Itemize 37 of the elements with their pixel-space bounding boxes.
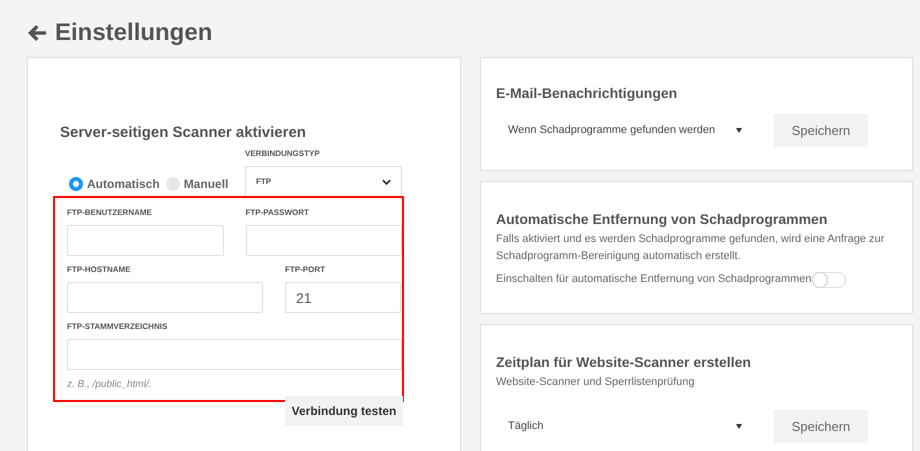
field-label: FTP-BENUTZERNAME <box>67 208 153 217</box>
save-button[interactable]: Speichern <box>774 114 868 146</box>
field-label: FTP-HOSTNAME <box>67 265 132 274</box>
subtitle-text: Website-Scanner und Sperrlistenprüfung <box>496 375 696 390</box>
toggle-switch[interactable] <box>812 272 846 288</box>
back-arrow-icon[interactable] <box>27 23 47 43</box>
input-field[interactable] <box>67 282 263 313</box>
radio-button[interactable] <box>69 176 83 190</box>
chevron-icon <box>382 178 391 184</box>
section-title: E-Mail-Benachrichtigungen <box>496 85 678 101</box>
radio-option[interactable]: Automatisch <box>69 176 160 190</box>
notification-select[interactable]: Wenn Schadprogramme gefunden werden <box>496 113 754 147</box>
field-label: FTP-STAMMVERZEICHNIS <box>67 322 168 331</box>
input-field[interactable] <box>246 225 402 256</box>
test-connection-button[interactable]: Verbindung testen <box>285 396 403 426</box>
toggle-label: Einschalten für automatische Entfernung von Schadprogrammen <box>496 272 812 287</box>
schedule-select[interactable]: Täglich <box>496 409 754 443</box>
description-text: Falls aktiviert und es werden Schadprogramme gefunden, wird eine Anfrage zur Schadprogramm-Bereinigung automatisch erstellt. <box>496 232 886 264</box>
field-label: FTP-PORT <box>285 265 326 274</box>
save-button[interactable]: Speichern <box>774 410 868 442</box>
input-field[interactable] <box>67 339 402 370</box>
connection-type-select[interactable]: FTP <box>245 166 402 196</box>
page-title: Einstellungen <box>55 19 212 47</box>
input-field[interactable] <box>67 225 224 256</box>
hint-text: z. B., /public_html/. <box>67 379 152 390</box>
field-label: VERBINDUNGSTYP <box>245 149 321 158</box>
section-title: Automatische Entfernung von Schadprogrammen <box>496 211 828 227</box>
select-value: FTP <box>256 177 272 186</box>
input-field[interactable]: 21 <box>285 282 401 313</box>
section-title: Zeitplan für Website-Scanner erstellen <box>496 354 752 370</box>
radio-option[interactable]: Manuell <box>166 176 228 190</box>
radio-label: Automatisch <box>87 176 160 190</box>
dropdown-icon <box>736 424 742 428</box>
radio-label: Manuell <box>184 176 228 190</box>
field-label: FTP-PASSWORT <box>246 208 310 217</box>
section-title: Server-seitigen Scanner aktivieren <box>60 124 307 141</box>
dropdown-icon <box>736 128 742 132</box>
